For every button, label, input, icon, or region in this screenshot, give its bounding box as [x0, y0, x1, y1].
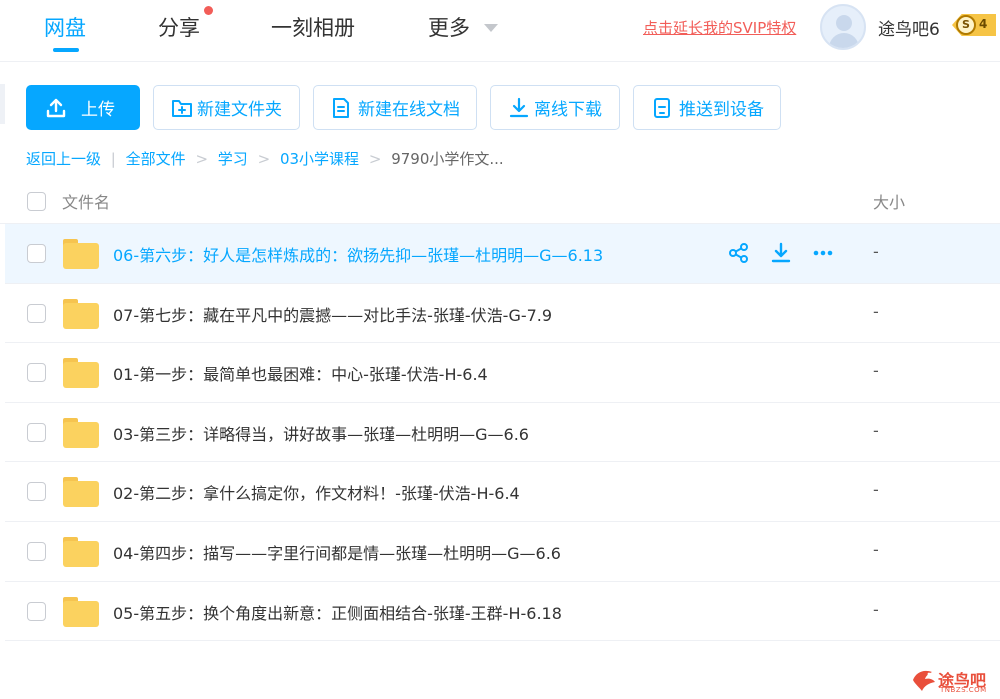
new-online-doc-label: 新建在线文档	[358, 100, 460, 120]
folder-icon	[63, 417, 99, 448]
avatar-head-shape	[836, 15, 852, 31]
offline-download-button[interactable]: 离线下载	[490, 85, 620, 130]
avatar-body-shape	[829, 33, 859, 48]
folder-body-shape	[63, 421, 99, 448]
file-size: -	[873, 420, 879, 440]
chevron-down-icon[interactable]	[484, 24, 498, 32]
breadcrumb-study[interactable]: 学习	[218, 150, 248, 168]
row-checkbox[interactable]	[27, 482, 46, 502]
table-row[interactable]: 03-第三步：详略得当，讲好故事—张瑾—杜明明—G—6.6 -	[5, 403, 1000, 463]
file-name[interactable]: 05-第五步：换个角度出新意：正侧面相结合-张瑾-王群-H-6.18	[113, 600, 562, 624]
file-size: -	[873, 480, 879, 500]
tab-share[interactable]: 分享	[158, 12, 200, 52]
file-name[interactable]: 01-第一步：最简单也最困难：中心-张瑾-伏浩-H-6.4	[113, 361, 488, 385]
row-checkbox[interactable]	[27, 363, 46, 383]
breadcrumb-divider: |	[110, 150, 116, 168]
file-name[interactable]: 03-第三步：详略得当，讲好故事—张瑾—杜明明—G—6.6	[113, 421, 529, 445]
row-checkbox[interactable]	[27, 601, 46, 621]
folder-body-shape	[63, 600, 99, 627]
new-online-doc-button[interactable]: 新建在线文档	[313, 85, 477, 130]
watermark-domain: TNBZS.COM	[940, 686, 987, 694]
column-header-size[interactable]: 大小	[873, 189, 905, 213]
column-header-name[interactable]: 文件名	[62, 189, 110, 213]
chevron-right-icon: >	[257, 150, 271, 168]
upload-button[interactable]: 上传	[26, 85, 140, 130]
folder-icon	[63, 298, 99, 329]
row-checkbox[interactable]	[27, 244, 46, 263]
tab-more[interactable]: 更多	[428, 12, 470, 52]
push-to-device-button[interactable]: 推送到设备	[633, 85, 781, 130]
folder-icon	[63, 358, 99, 389]
active-tab-indicator	[53, 48, 79, 52]
table-row[interactable]: 05-第五步：换个角度出新意：正侧面相结合-张瑾-王群-H-6.18 -	[5, 582, 1000, 642]
row-checkbox[interactable]	[27, 303, 46, 323]
more-icon[interactable]	[811, 241, 835, 265]
file-size: -	[873, 301, 879, 321]
row-checkbox[interactable]	[27, 422, 46, 442]
breadcrumb-current: 9790小学作文...	[391, 150, 504, 168]
username[interactable]: 途鸟吧6	[878, 15, 940, 40]
svip-renew-link[interactable]: 点击延长我的SVIP特权	[643, 17, 796, 38]
table-row[interactable]: 04-第四步：描写——字里行间都是情—张瑾—杜明明—G—6.6 -	[5, 522, 1000, 582]
back-link[interactable]: 返回上一级	[26, 150, 101, 168]
notification-dot	[204, 6, 213, 15]
svip-coin-icon: S	[956, 15, 976, 35]
file-size: -	[873, 361, 879, 381]
sidebar-edge	[0, 84, 5, 124]
download-icon[interactable]	[769, 241, 793, 265]
bird-logo-icon	[913, 670, 935, 691]
table-row[interactable]: 07-第七步：藏在平凡中的震撼——对比手法-张瑾-伏浩-G-7.9 -	[5, 284, 1000, 344]
download-icon	[509, 97, 529, 117]
folder-icon	[63, 239, 99, 269]
tab-album[interactable]: 一刻相册	[271, 12, 355, 52]
file-name[interactable]: 04-第四步：描写——字里行间都是情—张瑾—杜明明—G—6.6	[113, 540, 561, 564]
file-name[interactable]: 07-第七步：藏在平凡中的震撼——对比手法-张瑾-伏浩-G-7.9	[113, 302, 552, 326]
folder-body-shape	[63, 541, 99, 567]
row-checkbox[interactable]	[27, 542, 46, 561]
site-watermark: 途鸟吧 TNBZS.COM	[910, 664, 996, 696]
file-size: -	[873, 540, 879, 559]
share-icon[interactable]	[727, 241, 751, 265]
breadcrumb-all-files[interactable]: 全部文件	[126, 150, 186, 168]
breadcrumb: 返回上一级 | 全部文件 > 学习 > 03小学课程 > 9790小学作文...	[26, 148, 504, 169]
folder-icon	[63, 477, 99, 508]
table-row[interactable]: 01-第一步：最简单也最困难：中心-张瑾-伏浩-H-6.4 -	[5, 343, 1000, 403]
chevron-right-icon: >	[368, 150, 382, 168]
push-to-device-label: 推送到设备	[679, 100, 764, 120]
tab-netdisk[interactable]: 网盘	[44, 12, 86, 52]
svip-level-badge: S 4	[952, 13, 996, 37]
folder-body-shape	[63, 362, 99, 389]
table-row[interactable]: 02-第二步：拿什么搞定你，作文材料！-张瑾-伏浩-H-6.4 -	[5, 462, 1000, 522]
file-size: -	[873, 599, 879, 619]
document-icon	[333, 97, 349, 118]
breadcrumb-primary-course[interactable]: 03小学课程	[280, 150, 359, 168]
chevron-right-icon: >	[195, 150, 209, 168]
file-list-header: 文件名 大小	[0, 176, 1000, 224]
file-size: -	[873, 242, 879, 261]
avatar[interactable]	[820, 4, 866, 50]
new-folder-label: 新建文件夹	[197, 100, 282, 120]
new-folder-button[interactable]: 新建文件夹	[153, 85, 300, 130]
folder-icon	[63, 596, 99, 627]
folder-icon	[63, 537, 99, 567]
folder-body-shape	[63, 302, 99, 329]
upload-label: 上传	[81, 100, 115, 120]
top-nav: 网盘 分享 一刻相册 更多 点击延长我的SVIP特权 途鸟吧6 S 4	[0, 0, 1000, 62]
folder-body-shape	[63, 481, 99, 508]
file-name[interactable]: 06-第六步：好人是怎样炼成的：欲扬先抑—张瑾—杜明明—G—6.13	[113, 242, 603, 266]
folder-body-shape	[63, 243, 99, 269]
upload-icon	[46, 98, 66, 117]
device-icon	[654, 97, 670, 118]
offline-download-label: 离线下载	[534, 100, 602, 120]
table-row[interactable]: 06-第六步：好人是怎样炼成的：欲扬先抑—张瑾—杜明明—G—6.13 -	[5, 224, 1000, 284]
select-all-checkbox[interactable]	[27, 192, 46, 211]
svip-level-number: 4	[979, 17, 988, 31]
file-name[interactable]: 02-第二步：拿什么搞定你，作文材料！-张瑾-伏浩-H-6.4	[113, 480, 520, 504]
new-folder-icon	[172, 99, 192, 117]
